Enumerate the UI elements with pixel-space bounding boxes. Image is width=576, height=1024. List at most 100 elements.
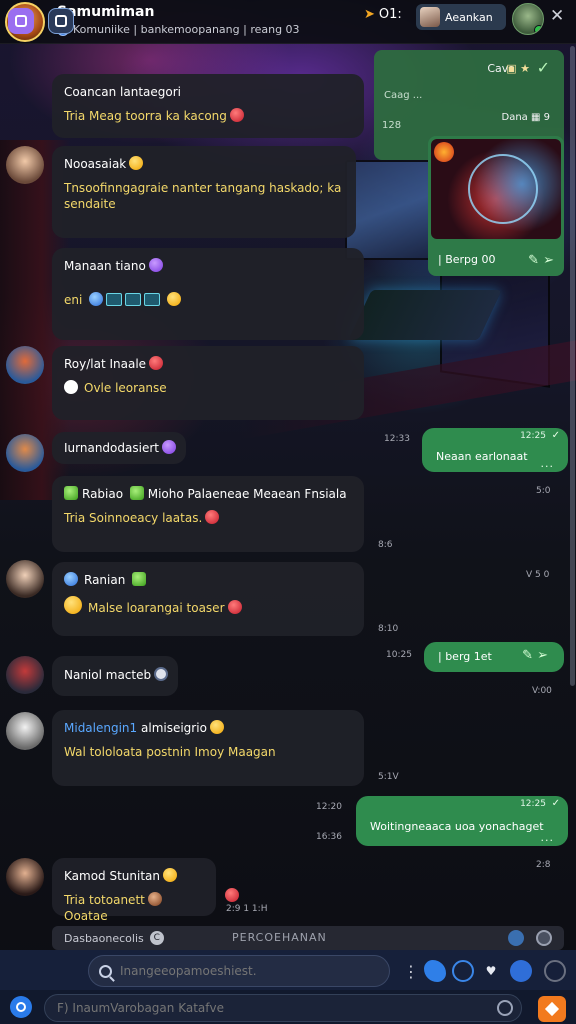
close-icon[interactable]: ✕ (550, 6, 564, 26)
more-options-icon[interactable]: ⋮ (400, 960, 422, 982)
more-dots: ... (540, 457, 554, 470)
reply-preview-right: PERCOEHANAN (232, 931, 327, 944)
emoji-icon (225, 888, 239, 902)
timestamp: 5:1V (378, 772, 399, 782)
camera-button[interactable] (10, 996, 32, 1018)
timestamp: 16:36 (316, 832, 342, 842)
edit-icon[interactable]: ✎ ➢ (522, 648, 548, 663)
emoji-icon (148, 258, 163, 272)
chat-subtitle: Komuniike | bankemoopanang | reang 03 (57, 23, 300, 36)
sticker-icon (144, 293, 161, 307)
sender-avatar[interactable] (6, 560, 44, 598)
reply-action-icon[interactable] (508, 930, 524, 946)
message-text-content: eni (64, 293, 83, 308)
message-time: 12:25 (520, 799, 546, 809)
message-sender: Manaan tiano (64, 258, 352, 274)
reply-badge: C (149, 931, 164, 945)
search-input[interactable] (120, 964, 389, 978)
emoji-icon (227, 600, 242, 615)
message-bubble[interactable]: Rabiao Mioho Palaeneae Meaean Fnsiala Tr… (52, 476, 364, 552)
search-field[interactable] (88, 955, 390, 987)
sender-avatar[interactable] (6, 858, 44, 896)
message-text-content: Tria Meag toorra ka kacong (64, 109, 227, 124)
active-user-pill[interactable]: Aeankan (416, 4, 506, 30)
header-status-text: O1: (378, 7, 402, 22)
clock-icon[interactable] (497, 1000, 513, 1016)
emoji-icon (129, 486, 144, 500)
sender-avatar[interactable] (6, 434, 44, 472)
message-sender-text: Nooasaiak (64, 157, 127, 171)
search-icon (99, 964, 112, 978)
sync-icon[interactable] (510, 960, 532, 982)
sender-avatar[interactable] (6, 146, 44, 184)
timestamp: V 5 0 (526, 570, 550, 580)
emoji-icon (205, 510, 220, 525)
message-sender-text: Naniol macteb (64, 668, 152, 682)
message-bubble[interactable]: Nooasaiak Tnsoofinngagraie nanter tangan… (52, 146, 356, 238)
message-bubble[interactable]: Naniol macteb (52, 656, 178, 696)
message-bubble[interactable]: Kamod Stunitan Tria totoanett Ooatae (52, 858, 216, 923)
reply-preview-bar[interactable]: Dasbaonecolis C PERCOEHANAN (52, 926, 564, 950)
message-bubble[interactable]: Manaan tiano eni (52, 248, 364, 340)
emoji-icon (209, 720, 224, 734)
copyright-icon (154, 667, 169, 681)
outgoing-message[interactable]: 12:25 ✓ Woitingneaaca uoa yonachaget ... (356, 796, 568, 846)
message-input[interactable] (57, 1001, 497, 1015)
target-ring-art (468, 154, 538, 224)
emoji-icon (163, 868, 178, 882)
online-indicator (534, 25, 543, 34)
message-field[interactable] (44, 994, 522, 1022)
emoji-icon (161, 440, 176, 454)
emoji-icon (129, 156, 144, 170)
message-sender: Nooasaiak (64, 156, 344, 172)
sender-avatar[interactable] (6, 656, 44, 694)
pin-icon (64, 380, 78, 395)
timestamp: 8:10 (378, 624, 399, 634)
refresh-icon[interactable] (452, 960, 474, 982)
message-bubble[interactable]: Iurnandodasiert (52, 432, 186, 464)
message-bubble[interactable]: Roy/lat Inaale Ovle leoranse (52, 346, 364, 420)
warning-icon (64, 596, 82, 615)
emoji-icon (166, 292, 181, 307)
profile-avatar[interactable] (512, 3, 544, 35)
message-sender-text: Manaan tiano (64, 259, 146, 273)
send-button[interactable] (538, 996, 566, 1022)
message-sender: Naniol macteb (64, 667, 169, 683)
message-text-content: Tria Soinnoeacy laatas. (64, 511, 203, 526)
active-user-label: Aeankan (445, 10, 493, 24)
timestamp: 10:25 (386, 650, 412, 660)
sticker-button[interactable] (8, 8, 34, 34)
check-icon: ✓ (536, 58, 550, 77)
game-badge-icon (434, 142, 454, 162)
message-text-suffix: Ooatae (64, 909, 108, 924)
message-text: Malse loarangai toaser (64, 596, 352, 616)
reply-close-icon[interactable] (536, 930, 552, 946)
outgoing-message[interactable]: | berg 1et ✎ ➢ (424, 642, 564, 672)
attach-button[interactable] (48, 8, 74, 34)
sender-avatar[interactable] (6, 712, 44, 750)
shared-image-message[interactable]: | Berpg 00 ✎ ➢ (428, 136, 564, 276)
message-sender: Coancan lantaegori (64, 85, 182, 99)
message-text: Tria Meag toorra ka kacong (64, 108, 352, 124)
message-bubble[interactable]: Ranian Malse loarangai toaser (52, 562, 364, 636)
timestamp: V:00 (532, 686, 552, 696)
scrollbar[interactable] (570, 46, 575, 686)
message-bubble[interactable]: Coancan lantaegori Tria Meag toorra ka k… (52, 74, 364, 138)
message-sender-text: Ranian (84, 573, 126, 587)
send-icon (544, 1001, 560, 1017)
outgoing-text: Woitingneaaca uoa yonachaget (370, 820, 544, 833)
more-dots: ... (540, 831, 554, 844)
wallpaper-monitor-art (345, 160, 435, 260)
timestamp: 12:33 (384, 434, 410, 444)
panel-left2-label: 128 (382, 120, 402, 131)
sender-avatar[interactable] (6, 346, 44, 384)
edit-icon[interactable]: ✎ ➢ (528, 253, 554, 268)
emoji-icon (149, 356, 164, 370)
outgoing-message[interactable]: 12:25 ✓ Neaan earlonaat ... (422, 428, 568, 472)
message-bubble[interactable]: Midalengin1 almiseigrio Wal tololoata po… (52, 710, 364, 786)
panel-row2-text: Dana (501, 112, 528, 123)
message-sender: Ranian (64, 572, 352, 588)
emoji-icon (132, 572, 147, 586)
shield-icon[interactable]: ♥ (480, 960, 502, 982)
settings-icon[interactable] (544, 960, 566, 982)
